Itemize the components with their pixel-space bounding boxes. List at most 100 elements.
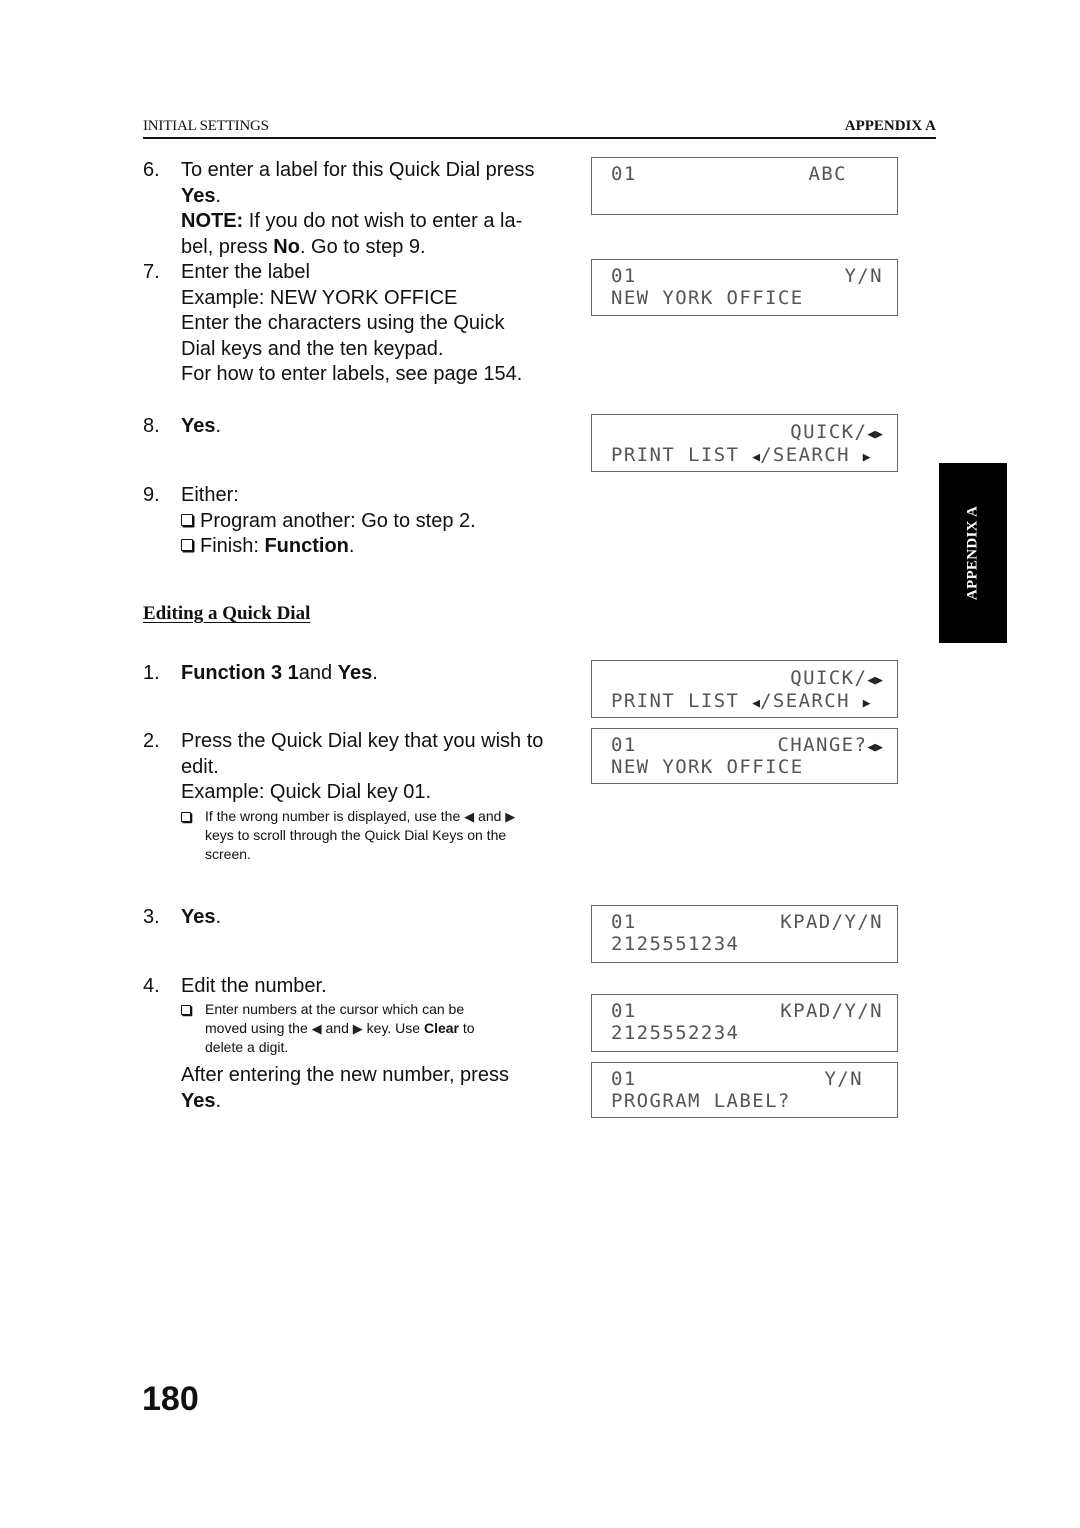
lcd-text: QUICK/ (790, 421, 868, 443)
lcd-prompt: CHANGE?◀▶ (777, 734, 883, 756)
punct: . (372, 662, 378, 684)
step-9-lead: Either: (181, 484, 239, 506)
lcd-mode: ABC (808, 163, 847, 185)
lcd-display: 01 ABC (591, 157, 898, 215)
punct: . (348, 535, 355, 557)
step-9-text: Either: Program another: Go to step 2. F… (181, 483, 581, 560)
step-9-number: 9. (143, 484, 160, 506)
lcd-display: 01 Y/N PROGRAM LABEL? (591, 1062, 898, 1118)
lcd-prompt: Y/N (824, 1068, 863, 1090)
lcd-quick-dial-number: 01 (611, 911, 637, 933)
note-text-3: . Go to step 9. (299, 235, 426, 258)
lcd-label: NEW YORK OFFICE (611, 287, 804, 309)
left-arrow-icon: ◀ (752, 696, 761, 711)
lcd-display: 01 Y/N NEW YORK OFFICE (591, 259, 898, 316)
edit-step-1-text: Function 3 1and Yes. (181, 661, 378, 687)
left-arrow-icon: ◀ (867, 427, 876, 442)
lcd-phone-number: 2125552234 (611, 1022, 740, 1044)
left-arrow-icon: ◀ (464, 809, 475, 824)
after-text: After entering the new number, press (181, 1064, 509, 1086)
note-text: keys to scroll through the Quick Dial Ke… (205, 827, 507, 843)
lcd-text: PRINT LIST (611, 690, 753, 712)
note-text: to (462, 1020, 475, 1036)
right-arrow-icon: ▶ (875, 740, 883, 755)
note-text-2: bel, press (181, 235, 274, 258)
lcd-display: QUICK/◀▶ PRINT LIST ◀/SEARCH ▶ (591, 414, 898, 472)
lcd-prompt-text: PROGRAM LABEL? (611, 1090, 791, 1112)
edit-step-2-note: If the wrong number is displayed, use th… (181, 807, 571, 864)
left-arrow-icon: ◀ (311, 1021, 322, 1036)
lcd-quick-dial-number: 01 (611, 1000, 637, 1022)
right-arrow-icon: ▶ (862, 696, 871, 711)
lcd-phone-number: 2125551234 (611, 933, 740, 955)
lcd-menu-line1: QUICK/◀▶ (790, 667, 883, 689)
option-finish: Finish: (200, 535, 265, 557)
edit-step-2-line: edit. (181, 755, 219, 778)
note-text: key. Use (366, 1020, 421, 1036)
section-title: Editing a Quick Dial (143, 603, 311, 624)
lcd-display: 01 KPAD/Y/N 2125552234 (591, 994, 898, 1052)
left-arrow-icon: ◀ (752, 450, 761, 465)
note-text: Enter numbers at the cursor which can be (205, 1001, 465, 1017)
key-yes: Yes (181, 184, 216, 207)
lcd-display: QUICK/◀▶ PRINT LIST ◀/SEARCH ▶ (591, 660, 898, 718)
punct: . (215, 1089, 222, 1112)
checkbox-bullet-icon (181, 513, 193, 526)
edit-step-1-number: 1. (143, 662, 160, 684)
lcd-display: 01 CHANGE?◀▶ NEW YORK OFFICE (591, 728, 898, 784)
right-arrow-icon: ▶ (875, 427, 883, 442)
edit-step-2-number: 2. (143, 730, 160, 752)
step-7-number: 7. (143, 261, 160, 283)
note-text: delete a digit. (205, 1039, 289, 1055)
connector: and (298, 662, 338, 684)
lcd-text: QUICK/ (790, 667, 868, 689)
punct: . (215, 415, 222, 437)
edit-step-4-note: Enter numbers at the cursor which can be… (181, 1000, 571, 1057)
edit-step-2-line: Press the Quick Dial key that you wish t… (181, 730, 544, 752)
lcd-quick-dial-number: 01 (611, 1068, 637, 1090)
page-number: 180 (142, 1380, 199, 1418)
checkbox-bullet-icon (181, 539, 193, 551)
lcd-prompt: KPAD/Y/N (780, 911, 883, 933)
step-7-page-ref: For how to enter labels, see page 154. (181, 363, 523, 385)
edit-step-3-number: 3. (143, 906, 160, 928)
punct: . (215, 906, 222, 928)
key-function: Function (264, 535, 349, 557)
lcd-quick-dial-number: 01 (611, 734, 637, 756)
appendix-side-tab: APPENDIX A (939, 463, 1007, 643)
left-arrow-icon: ◀ (867, 740, 876, 755)
right-arrow-icon: ▶ (875, 673, 883, 688)
edit-step-4-after: After entering the new number, press Yes… (181, 1063, 581, 1114)
lcd-quick-dial-number: 01 (611, 163, 637, 185)
edit-step-2-example: Example: Quick Dial key 01. (181, 781, 432, 803)
lcd-display: 01 KPAD/Y/N 2125551234 (591, 905, 898, 963)
running-header-chapter: APPENDIX A (844, 118, 936, 134)
edit-step-4-number: 4. (143, 975, 160, 997)
step-7-line: Enter the label (181, 261, 310, 283)
key-yes: Yes (181, 906, 216, 928)
step-8-text: Yes. (181, 414, 221, 440)
note-text: If you do not wish to enter a la- (243, 210, 523, 232)
note-text: and (478, 808, 502, 824)
lcd-menu-line1: QUICK/◀▶ (790, 421, 883, 443)
note-text: moved using the (205, 1020, 308, 1036)
running-header-section: INITIAL SETTINGS (143, 118, 269, 134)
lcd-prompt: Y/N (844, 265, 883, 287)
key-function-3-1: Function 3 1 (181, 662, 299, 684)
right-arrow-icon: ▶ (352, 1021, 363, 1036)
left-arrow-icon: ◀ (867, 673, 876, 688)
right-arrow-icon: ▶ (862, 450, 871, 465)
lcd-menu-line2: PRINT LIST ◀/SEARCH ▶ (611, 444, 871, 466)
step-6-text: To enter a label for this Quick Dial pre… (181, 159, 535, 258)
lcd-text: /SEARCH (760, 690, 863, 712)
edit-step-4-text: Edit the number. (181, 975, 327, 997)
step-7-line: Dial keys and the ten keypad. (181, 337, 444, 360)
lcd-text: CHANGE? (777, 734, 868, 756)
note-text: If the wrong number is displayed, use th… (205, 808, 461, 824)
key-yes: Yes (337, 662, 373, 684)
right-arrow-icon: ▶ (505, 809, 516, 824)
note-text: screen. (205, 846, 251, 862)
lcd-menu-line2: PRINT LIST ◀/SEARCH ▶ (611, 690, 871, 712)
checkbox-bullet-icon (181, 1005, 191, 1015)
lcd-text: PRINT LIST (611, 444, 753, 466)
